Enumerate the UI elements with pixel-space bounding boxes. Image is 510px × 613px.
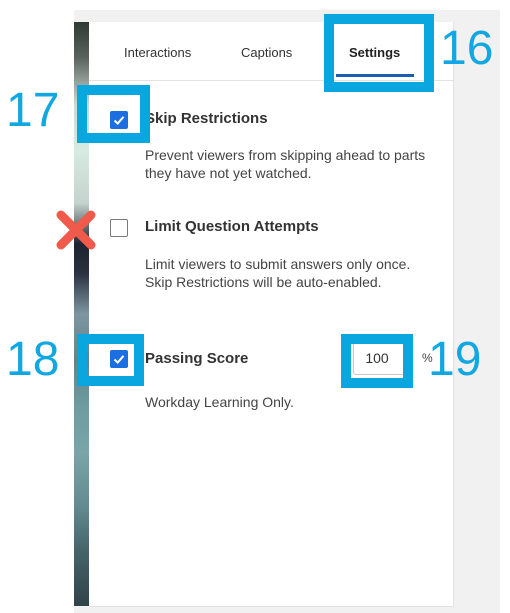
callout-17: 17 [6, 84, 60, 137]
passing-score-description: Workday Learning Only. [145, 394, 294, 410]
skip-checkbox-highlight [77, 85, 150, 143]
skip-restrictions-description: Prevent viewers from skipping ahead to p… [145, 147, 426, 181]
callout-18: 18 [6, 333, 60, 386]
callout-19: 19 [428, 333, 482, 386]
callout-16: 16 [440, 22, 494, 75]
tab-captions[interactable]: Captions [241, 45, 292, 60]
settings-tab-highlight [324, 14, 434, 92]
skip-restrictions-label: Skip Restrictions [145, 110, 268, 127]
tab-interactions[interactable]: Interactions [124, 45, 191, 60]
score-field-highlight [341, 334, 413, 388]
red-x-icon [56, 210, 96, 250]
passing-score-label: Passing Score [145, 350, 249, 367]
limit-question-attempts-checkbox[interactable] [110, 219, 128, 237]
limit-question-attempts-label: Limit Question Attempts [145, 218, 319, 235]
passing-checkbox-highlight [77, 334, 144, 386]
limit-question-attempts-description: Limit viewers to submit answers only onc… [145, 256, 411, 290]
